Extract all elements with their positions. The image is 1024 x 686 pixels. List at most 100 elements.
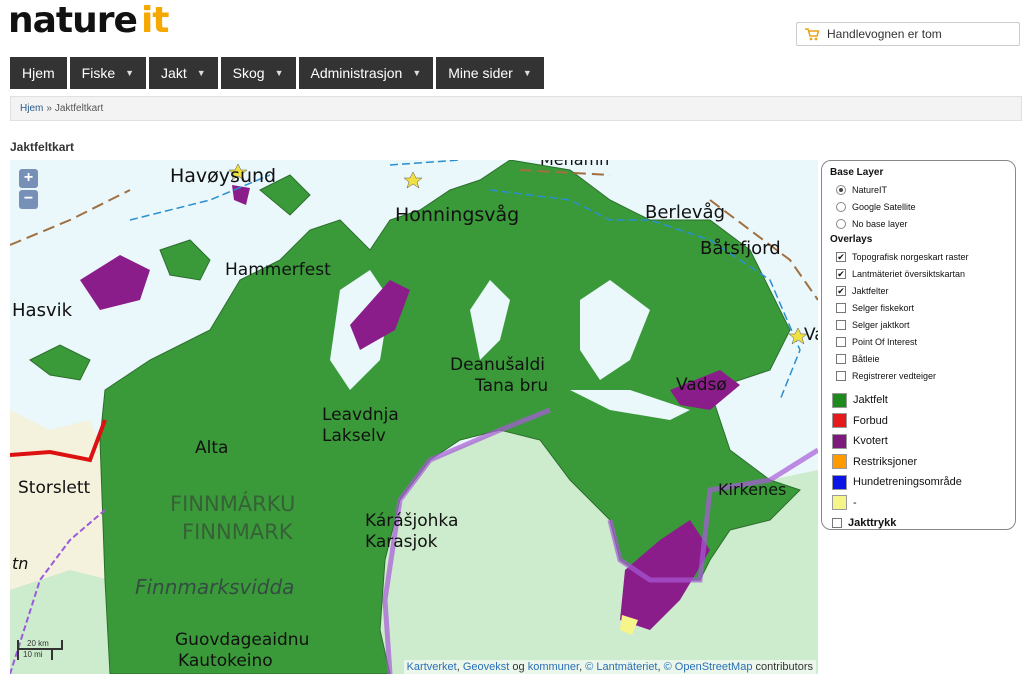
checkbox[interactable] [832,518,842,528]
jakttrykk-label: Jakttrykk [848,517,897,529]
option-label: Point Of Interest [852,336,918,347]
legend-item: Jaktfelt [830,390,1007,411]
jakttrykk-toggle[interactable]: Jakttrykk [830,513,1007,533]
option-label: Selger fiskekort [852,302,915,313]
place-label: Tana bru [475,376,549,396]
checkbox[interactable] [836,302,846,313]
scale-mi: 10 mi [17,650,53,660]
option-label: Selger jaktkort [852,319,910,330]
caret-down-icon: ▼ [412,68,422,78]
option-label: Topografisk norgeskart raster [852,251,969,262]
caret-down-icon: ▼ [125,68,135,78]
main-nav: Hjem Fiske ▼ Jakt ▼ Skog ▼ Administrasjon ▼ … [10,57,544,89]
map-canvas[interactable]: Havøysund Honningsvåg Mehamn Berlevåg Bå… [10,160,818,674]
attribution-link[interactable]: Kartverket [407,661,457,673]
overlay-option[interactable]: ✔ Jaktfelter [830,282,1007,299]
overlay-option[interactable]: Point Of Interest [830,333,1007,350]
place-label: Deanušaldi [450,355,546,375]
radio-button[interactable] [836,218,846,229]
place-label: tn [12,554,29,573]
nav-item-skog[interactable]: Skog ▼ [220,57,296,89]
checkbox[interactable]: ✔ [836,251,846,262]
place-label: Karasjok [365,532,438,552]
checkbox[interactable]: ✔ [836,268,846,279]
attribution-link[interactable]: © Lantmäteriet [585,661,657,673]
checkbox[interactable]: ✔ [836,285,846,296]
legend-label: Hundetreningsområde [853,476,962,489]
nav-item-hjem[interactable]: Hjem [10,57,67,89]
kvotert-area-havoysund [232,185,250,205]
place-label: Leavdnja [322,405,399,425]
option-label: NatureIT [852,184,888,195]
nav-item-administrasjon[interactable]: Administrasjon ▼ [298,57,434,89]
checkbox[interactable] [836,370,846,381]
radio-button[interactable] [836,184,846,195]
place-label: FINNMÁRKU [170,492,296,516]
breadcrumb-separator: » [46,103,52,114]
cart-icon [797,27,827,41]
logo-nature-text: nature [8,0,138,41]
overlay-option[interactable]: Registrerer vedteiger [830,367,1007,384]
nav-item-jakt[interactable]: Jakt ▼ [149,57,218,89]
attribution-link[interactable]: © OpenStreetMap [664,661,753,673]
legend-label: Restriksjoner [853,455,918,468]
checkbox[interactable] [836,319,846,330]
overlay-option[interactable]: Selger fiskekort [830,299,1007,316]
caret-down-icon: ▼ [522,68,532,78]
legend-item: Kvotert [830,431,1007,452]
shopping-cart-box[interactable]: Handlevognen er tom [796,22,1020,46]
place-label: Hasvik [12,300,73,321]
legend-label: Forbud [853,414,888,427]
overlay-option[interactable]: Båtleie [830,350,1007,367]
base-layer-heading: Base Layer [830,167,884,178]
radio-button[interactable] [836,201,846,212]
cart-label: Handlevognen er tom [827,27,942,41]
option-label: Registrerer vedteiger [852,370,937,381]
overlay-option[interactable]: ✔ Topografisk norgeskart raster [830,248,1007,265]
zoom-out-button[interactable]: − [19,190,38,209]
place-label: Kirkenes [718,480,787,499]
option-label: Jaktfelter [852,285,889,296]
legend-swatch [832,495,847,511]
scale-km: 20 km [17,639,63,650]
nav-label: Skog [232,65,265,81]
kvotert-area-sorøya [80,255,150,310]
checkbox[interactable] [836,353,846,364]
nav-item-fiske[interactable]: Fiske ▼ [69,57,147,89]
place-label: Storslett [18,478,91,498]
place-label: Hammerfest [225,260,331,280]
attribution-link[interactable]: Geovekst [463,661,509,673]
nav-label: Hjem [22,65,55,81]
base-layer-option[interactable]: Google Satellite [830,198,1007,215]
natureit-logo[interactable]: nature it [8,2,169,40]
overlay-option[interactable]: ✔ Lantmäteriet översiktskartan [830,265,1007,282]
nav-item-mine-sider[interactable]: Mine sider ▼ [436,57,544,89]
base-layer-option[interactable]: No base layer [830,215,1007,232]
overlay-option[interactable]: Selger jaktkort [830,316,1007,333]
option-label: Google Satellite [852,201,916,212]
attribution-link[interactable]: kommuner [528,661,579,673]
place-label: Finnmarksvidda [135,575,295,599]
option-label: Lantmäteriet översiktskartan [852,268,966,279]
place-label: Kárášjohka [365,511,459,531]
zoom-in-button[interactable]: + [19,169,38,188]
option-label: No base layer [852,218,908,229]
legend-swatch [832,454,847,470]
place-label: Vadsø [676,375,727,395]
base-layer-option[interactable]: NatureIT [830,181,1007,198]
attribution-text: contributors [755,661,813,673]
legend-item: Restriksjoner [830,452,1007,473]
caret-down-icon: ▼ [274,68,284,78]
place-label: Kautokeino [178,651,273,671]
checkbox[interactable] [836,336,846,347]
overlays-heading: Overlays [830,234,873,245]
layer-switcher: Base Layer NatureIT Google Satellite No … [821,160,1016,530]
place-label: Mehamn [540,160,609,169]
nav-label: Mine sider [448,65,513,81]
town-star-icon [403,171,423,189]
legend-item: - [830,493,1007,514]
island-sorøya [29,344,91,381]
attribution-text: og [512,661,525,673]
legend-item: Forbud [830,411,1007,432]
breadcrumb-home-link[interactable]: Hjem [20,103,43,114]
